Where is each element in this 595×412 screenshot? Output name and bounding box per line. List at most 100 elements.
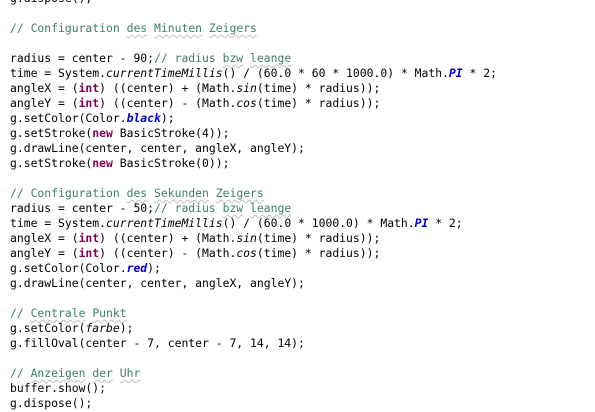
code-token: time = System. [10, 216, 107, 230]
code-comment: Sekunden [154, 186, 209, 200]
code-token: radius = center - 50; [10, 201, 155, 215]
code-line: angleY = (int) ((center) - (Math.cos(tim… [10, 246, 380, 261]
code-line: g.setStroke(new BasicStroke(4)); [10, 126, 229, 141]
code-line: angleY = (int) ((center) - (Math.cos(tim… [10, 96, 380, 111]
code-token: radius = center - 90; [10, 51, 155, 65]
code-keyword: int [78, 231, 100, 245]
code-static-field: PI [414, 216, 429, 230]
code-line: radius = center - 90;// radius bzw leang… [10, 51, 291, 66]
code-keyword: int [78, 81, 100, 95]
code-line: g.setColor(Color.red); [10, 261, 161, 276]
code-comment [243, 51, 250, 65]
code-line: g.fillOval(center - 7, center - 7, 14, 1… [10, 336, 305, 351]
code-token: ); [147, 261, 161, 275]
code-token: g.setColor( [10, 321, 86, 335]
code-line: angleX = (int) ((center) + (Math.sin(tim… [10, 231, 380, 246]
code-comment: bzw [222, 201, 244, 215]
code-token: ) ((center) + (Math. [99, 231, 237, 245]
code-line: buffer.show(); [10, 381, 106, 396]
code-token: angleX = ( [10, 81, 79, 95]
code-comment: // [10, 306, 31, 320]
code-line: g.setColor(farbe); [10, 321, 133, 336]
code-comment [147, 186, 154, 200]
code-static-field: black [126, 111, 161, 125]
code-token: ) ((center) - (Math. [99, 246, 237, 260]
code-token: g.dispose(); [10, 396, 93, 410]
code-token: time = System. [10, 66, 107, 80]
code-token: ); [160, 111, 175, 125]
code-comment: Minuten [154, 21, 203, 35]
code-line: time = System.currentTimeMillis() / (60.… [10, 66, 497, 81]
code-comment: des [126, 186, 148, 200]
code-static-field: red [126, 261, 148, 275]
code-line: g.dispose(); [10, 396, 92, 411]
code-token: buffer.show(); [10, 381, 107, 395]
code-token: g.setColor(Color. [10, 111, 127, 125]
code-comment: Anzeigen [30, 366, 86, 380]
code-line: radius = center - 50;// radius bzw leang… [10, 201, 291, 216]
code-token: g.drawLine(center, center, angleX, angle… [10, 141, 305, 155]
code-token: angleX = ( [10, 231, 79, 245]
code-comment [243, 201, 250, 215]
code-comment: Zeigers [215, 186, 264, 200]
code-token: (time) * radius)); [256, 81, 381, 95]
code-token: () / (60.0 * 60 * 1000.0) * Math. [222, 66, 449, 80]
code-keyword: int [78, 246, 100, 260]
code-comment: // Configuration [10, 186, 127, 200]
code-token: BasicStroke(0)); [112, 156, 230, 170]
code-token: g.setStroke( [10, 156, 93, 170]
code-method: sin [236, 231, 257, 245]
code-line: g.drawLine(center, center, angleX, angle… [10, 141, 305, 156]
code-comment: // radius [154, 201, 223, 215]
code-token: () / (60.0 * 1000.0) * Math. [222, 216, 415, 230]
code-method: cos [236, 246, 257, 260]
code-line: // Centrale Punkt [10, 306, 127, 321]
code-comment: // Configuration [10, 21, 127, 35]
code-comment: leange [250, 51, 292, 65]
code-method: currentTimeMillis [106, 216, 223, 230]
code-comment: Punkt [92, 306, 127, 320]
code-token: (time) * radius)); [256, 246, 381, 260]
code-token: (time) * radius)); [256, 231, 381, 245]
code-token: g.dispose(); [10, 0, 92, 5]
code-token: angleY = ( [10, 246, 79, 260]
code-line: // Configuration des Minuten Zeigers [10, 21, 257, 36]
code-comment: Uhr [119, 366, 141, 380]
code-token: * 2; [428, 216, 463, 230]
code-token: angleY = ( [10, 96, 79, 110]
code-token: * 2; [462, 66, 497, 80]
code-token: ) ((center) - (Math. [99, 96, 237, 110]
code-token: g.setStroke( [10, 126, 93, 140]
code-comment [147, 21, 154, 35]
code-comment: des [126, 21, 148, 35]
code-token: ); [119, 321, 134, 335]
code-line: g.drawLine(center, center, angleX, angle… [10, 276, 305, 291]
code-comment [209, 186, 216, 200]
code-editor[interactable]: g.dispose(); // Configuration des Minuten… [0, 0, 595, 412]
code-line: // Configuration des Sekunden Zeigers [10, 186, 264, 201]
code-method: sin [236, 81, 257, 95]
code-comment: der [92, 366, 113, 380]
code-comment [202, 21, 209, 35]
code-comment: Centrale [30, 306, 86, 320]
code-comment: // radius [154, 51, 223, 65]
code-comment: leange [250, 201, 292, 215]
code-line: g.dispose(); [10, 0, 92, 6]
code-method: farbe [85, 321, 120, 335]
code-line: // Anzeigen der Uhr [10, 366, 140, 381]
code-method: cos [236, 96, 257, 110]
code-keyword: int [78, 96, 100, 110]
code-line: g.setStroke(new BasicStroke(0)); [10, 156, 229, 171]
code-token: ) ((center) + (Math. [99, 81, 237, 95]
code-comment: Zeigers [208, 21, 257, 35]
code-token: (time) * radius)); [256, 96, 381, 110]
code-comment: bzw [222, 51, 244, 65]
code-keyword: new [92, 156, 113, 170]
code-line: angleX = (int) ((center) + (Math.sin(tim… [10, 81, 380, 96]
code-token: g.setColor(Color. [10, 261, 127, 275]
code-line: g.setColor(Color.black); [10, 111, 175, 126]
code-comment [113, 366, 120, 380]
code-comment: // [10, 366, 31, 380]
code-token: BasicStroke(4)); [112, 126, 230, 140]
code-token: g.fillOval(center - 7, center - 7, 14, 1… [10, 336, 305, 350]
